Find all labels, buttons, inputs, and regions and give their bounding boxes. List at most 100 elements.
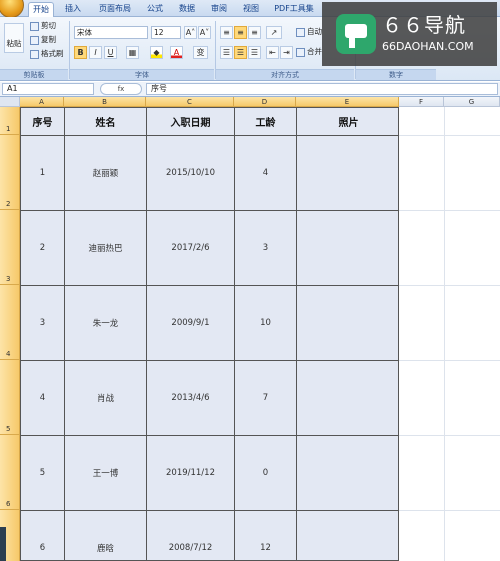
row-number: 2	[6, 200, 11, 208]
table-cell[interactable]: 4	[235, 136, 297, 211]
table-cell[interactable]: 2008/7/12	[147, 511, 235, 560]
tab-pdf-tools[interactable]: PDF工具集	[272, 2, 316, 17]
insert-function-button[interactable]: fx	[100, 83, 142, 95]
underline-button[interactable]: U	[104, 46, 117, 59]
format-painter-label: 格式刷	[41, 49, 64, 58]
tab-review[interactable]: 审阅	[206, 2, 232, 17]
row-header-4[interactable]: 4	[0, 285, 20, 360]
tab-page-layout[interactable]: 页面布局	[94, 2, 136, 17]
decrease-indent-button[interactable]: ⇤	[266, 46, 279, 59]
table-cell[interactable]: 赵丽颖	[65, 136, 147, 211]
font-size-select[interactable]: 12	[151, 26, 181, 39]
table-cell[interactable]: 2017/2/6	[147, 211, 235, 286]
wrap-text-button[interactable]: 自动	[296, 26, 322, 39]
align-middle-icon: ≡	[237, 28, 244, 37]
copy-button[interactable]: 复制	[30, 34, 56, 47]
align-top-button[interactable]: ≡	[220, 26, 233, 39]
formula-input[interactable]: 序号	[146, 83, 498, 95]
table-cell[interactable]: 12	[235, 511, 297, 560]
gridline	[399, 435, 500, 436]
header-cell-name[interactable]: 姓名	[65, 108, 147, 136]
table-cell[interactable]: 1	[21, 136, 65, 211]
row-header-3[interactable]: 3	[0, 210, 20, 285]
merge-center-button[interactable]: 合并	[296, 46, 322, 59]
table-cell[interactable]: 5	[21, 436, 65, 511]
photo-cell[interactable]	[297, 511, 398, 560]
orientation-button[interactable]: ↗	[266, 26, 282, 39]
table-cell[interactable]: 2	[21, 211, 65, 286]
increase-indent-button[interactable]: ⇥	[280, 46, 293, 59]
table-cell[interactable]: 肖战	[65, 361, 147, 436]
column-header-d[interactable]: D	[234, 97, 296, 107]
table-cell[interactable]: 3	[21, 286, 65, 361]
paste-button[interactable]: 粘贴	[4, 23, 24, 53]
align-bottom-button[interactable]: ≡	[248, 26, 261, 39]
bold-button[interactable]: B	[74, 46, 87, 59]
table-cell[interactable]: 2013/4/6	[147, 361, 235, 436]
table-cell[interactable]: 10	[235, 286, 297, 361]
table-cell[interactable]: 朱一龙	[65, 286, 147, 361]
table-cell[interactable]: 7	[235, 361, 297, 436]
format-painter-button[interactable]: 格式刷	[30, 48, 64, 61]
gridline	[399, 210, 500, 211]
gridline	[399, 510, 500, 511]
table-cell[interactable]: 6	[21, 511, 65, 560]
photo-cell[interactable]	[297, 136, 398, 211]
table-cell[interactable]: 2015/10/10	[147, 136, 235, 211]
gridline	[399, 360, 500, 361]
tab-home[interactable]: 开始	[28, 2, 54, 17]
table-cell[interactable]: 3	[235, 211, 297, 286]
table-cell[interactable]: 0	[235, 436, 297, 511]
column-header-a[interactable]: A	[20, 97, 64, 107]
borders-button[interactable]: ▦	[126, 46, 139, 59]
column-header-b[interactable]: B	[64, 97, 146, 107]
name-box[interactable]: A1	[2, 83, 94, 95]
align-center-button[interactable]: ☰	[234, 46, 247, 59]
header-cell-hire-date[interactable]: 入职日期	[147, 108, 235, 136]
table-cell[interactable]: 2019/11/12	[147, 436, 235, 511]
align-middle-button[interactable]: ≡	[234, 26, 247, 39]
font-name-select[interactable]: 宋体	[74, 26, 148, 39]
table-cell[interactable]: 鹿晗	[65, 511, 147, 560]
row-header-6[interactable]: 6	[0, 435, 20, 510]
row-header-5[interactable]: 5	[0, 360, 20, 435]
align-left-icon: ☰	[222, 48, 231, 57]
font-color-a-icon: A	[173, 48, 180, 57]
copy-icon	[30, 35, 39, 45]
align-left-button[interactable]: ☰	[220, 46, 233, 59]
table-cell[interactable]: 迪丽热巴	[65, 211, 147, 286]
table-cell[interactable]: 2009/9/1	[147, 286, 235, 361]
photo-cell[interactable]	[297, 361, 398, 436]
phonetic-button[interactable]: 变	[193, 46, 208, 59]
cut-button[interactable]: 剪切	[30, 20, 56, 33]
table-cell[interactable]: 王一博	[65, 436, 147, 511]
tab-data[interactable]: 数据	[174, 2, 200, 17]
paste-label: 粘贴	[6, 39, 22, 48]
photo-cell[interactable]	[297, 436, 398, 511]
column-header-c[interactable]: C	[146, 97, 234, 107]
header-cell-seq[interactable]: 序号	[21, 108, 65, 136]
table-cell[interactable]: 4	[21, 361, 65, 436]
grow-font-button[interactable]: A˄	[184, 26, 197, 39]
tab-view[interactable]: 视图	[238, 2, 264, 17]
photo-cell[interactable]	[297, 211, 398, 286]
watermark-title: ６６导航	[382, 13, 466, 37]
column-header-f[interactable]: F	[399, 97, 444, 107]
font-color-button[interactable]: A	[170, 46, 183, 59]
photo-cell[interactable]	[297, 286, 398, 361]
align-bottom-icon: ≡	[251, 28, 258, 37]
column-header-e[interactable]: E	[296, 97, 399, 107]
header-cell-seniority[interactable]: 工龄	[235, 108, 297, 136]
shrink-font-button[interactable]: A˅	[198, 26, 211, 39]
row-header-2[interactable]: 2	[0, 135, 20, 210]
indent-icon: ⇥	[283, 48, 290, 57]
fill-color-button[interactable]: ◆	[150, 46, 163, 59]
align-right-button[interactable]: ☰	[248, 46, 261, 59]
tab-insert[interactable]: 插入	[60, 2, 86, 17]
italic-button[interactable]: I	[89, 46, 102, 59]
tab-formulas[interactable]: 公式	[142, 2, 168, 17]
header-cell-photo[interactable]: 照片	[297, 108, 398, 136]
row-header-1[interactable]: 1	[0, 107, 20, 135]
column-header-g[interactable]: G	[444, 97, 500, 107]
select-all-corner[interactable]	[0, 97, 20, 107]
